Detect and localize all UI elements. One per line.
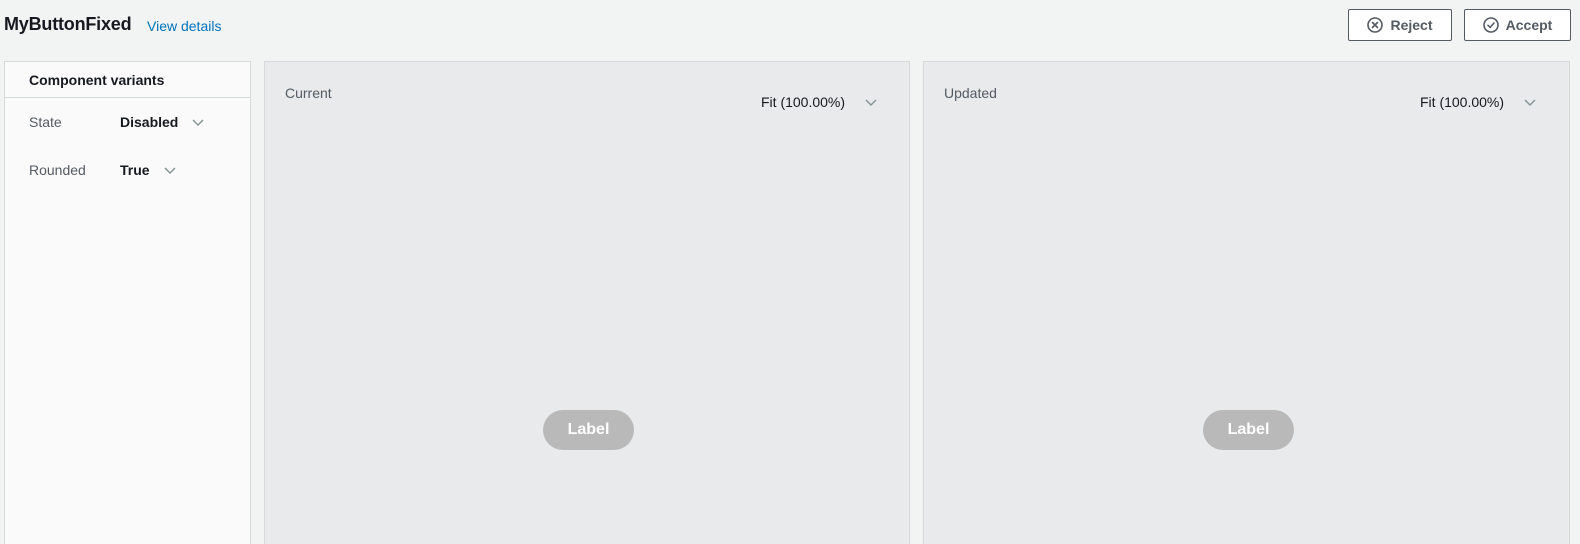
panel-label: Current xyxy=(285,85,332,101)
component-variants-heading: Component variants xyxy=(5,62,250,98)
page-title: MyButtonFixed xyxy=(4,14,132,34)
variant-row-state: State Disabled xyxy=(29,112,239,132)
zoom-select[interactable]: Fit (100.00%) xyxy=(1420,93,1536,111)
state-select-value: Disabled xyxy=(120,114,179,130)
preview-button: Label xyxy=(1203,410,1294,450)
header: MyButtonFixed View details Reject Accept xyxy=(0,0,1580,56)
circle-x-icon xyxy=(1367,17,1384,33)
current-preview-panel: Current Fit (100.00%) Label xyxy=(264,61,910,544)
rounded-select[interactable]: True xyxy=(120,162,176,178)
view-details-link[interactable]: View details xyxy=(147,18,221,34)
zoom-value: Fit (100.00%) xyxy=(1420,94,1505,110)
updated-preview-panel: Updated Fit (100.00%) Label xyxy=(923,61,1570,544)
circle-check-icon xyxy=(1482,17,1499,33)
state-select[interactable]: Disabled xyxy=(120,114,204,130)
accept-button-label: Accept xyxy=(1505,17,1553,33)
zoom-value: Fit (100.00%) xyxy=(761,94,846,110)
panel-label: Updated xyxy=(944,85,997,101)
reject-button[interactable]: Reject xyxy=(1348,9,1452,41)
preview-button: Label xyxy=(543,410,634,450)
component-variants-panel: Component variants State Disabled Rounde… xyxy=(4,61,251,544)
variant-row-rounded: Rounded True xyxy=(29,160,239,180)
chevron-down-icon xyxy=(164,162,176,178)
chevron-down-icon xyxy=(865,94,877,110)
chevron-down-icon xyxy=(192,114,204,130)
accept-button[interactable]: Accept xyxy=(1464,9,1571,41)
rounded-select-value: True xyxy=(120,162,150,178)
variant-label: State xyxy=(29,114,62,130)
reject-button-label: Reject xyxy=(1390,17,1433,33)
zoom-select[interactable]: Fit (100.00%) xyxy=(761,93,877,111)
chevron-down-icon xyxy=(1524,94,1536,110)
variant-label: Rounded xyxy=(29,162,86,178)
